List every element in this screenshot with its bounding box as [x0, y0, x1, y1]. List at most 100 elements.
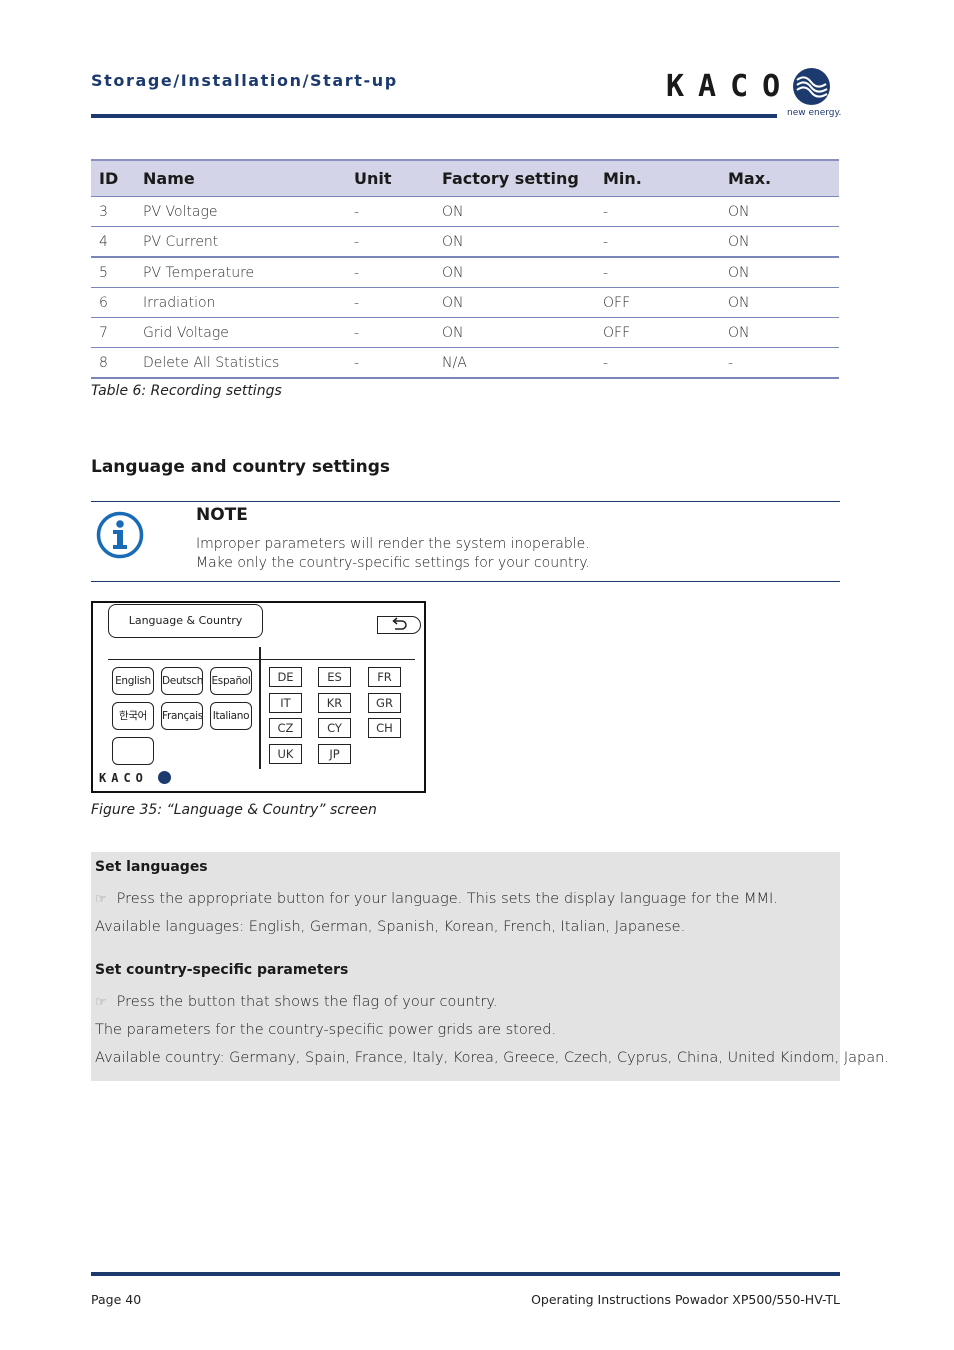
- table-cell: 5: [91, 256, 143, 288]
- table-row: 4 PV Current - ON - ON: [91, 226, 839, 257]
- table-cell: -: [354, 287, 442, 318]
- language-button-korean[interactable]: 한국어: [112, 702, 154, 730]
- country-button-jp[interactable]: JP: [318, 744, 351, 764]
- table-cell: ON: [442, 226, 603, 257]
- back-button[interactable]: [377, 616, 421, 634]
- column-header: ID: [91, 159, 143, 197]
- language-button-espanol[interactable]: Español: [210, 667, 252, 695]
- table-cell: -: [603, 347, 728, 379]
- screen-title: Language & Country: [108, 604, 263, 638]
- table-cell: ON: [728, 256, 839, 288]
- set-country-heading: Set country-specific parameters: [95, 962, 349, 978]
- return-arrow-icon: [392, 617, 407, 630]
- country-button-de[interactable]: DE: [269, 667, 302, 687]
- note-text: Improper parameters will render the syst…: [196, 535, 590, 573]
- table-cell: 4: [91, 226, 143, 257]
- column-header: Max.: [728, 159, 839, 197]
- table-caption: Table 6: Recording settings: [91, 383, 282, 399]
- table-row: 6 Irradiation - ON OFF ON: [91, 287, 839, 318]
- kaco-wave-circle-icon: [793, 68, 830, 105]
- instructions-box: Set languages ☞ Press the appropriate but…: [91, 852, 889, 1081]
- table-cell: -: [603, 256, 728, 288]
- note-title: NOTE: [196, 505, 248, 525]
- table-cell: -: [354, 347, 442, 379]
- note-rule-bottom: [91, 581, 840, 582]
- table-cell: PV Current: [143, 226, 354, 257]
- language-button-francais[interactable]: Français: [161, 702, 203, 730]
- kaco-logo-wordmark: KACO: [666, 69, 795, 104]
- table-cell: -: [354, 226, 442, 257]
- country-parameters-stored: The parameters for the country-specific …: [95, 1022, 557, 1038]
- instruction-step: ☞ Press the button that shows the flag of…: [95, 994, 498, 1010]
- screen-kaco-logo: KACO: [99, 771, 148, 785]
- page-number: Page 40: [91, 1292, 142, 1307]
- table-cell: 6: [91, 287, 143, 318]
- table-cell: 8: [91, 347, 143, 379]
- column-header: Name: [143, 159, 354, 197]
- pointing-hand-icon: ☞: [95, 892, 107, 907]
- table-cell: 3: [91, 196, 143, 227]
- table-cell: ON: [442, 256, 603, 288]
- country-button-gr[interactable]: GR: [368, 693, 401, 713]
- table-cell: Grid Voltage: [143, 317, 354, 348]
- table-cell: OFF: [603, 287, 728, 318]
- language-button-english[interactable]: English: [112, 667, 154, 695]
- step-text: Press the appropriate button for your la…: [116, 891, 778, 907]
- screen-divider-horizontal: [108, 659, 415, 660]
- pointing-hand-icon: ☞: [95, 995, 107, 1010]
- table-row: 3 PV Voltage - ON - ON: [91, 196, 839, 227]
- table-cell: Irradiation: [143, 287, 354, 318]
- table-header-row: ID Name Unit Factory setting Min. Max.: [91, 159, 839, 197]
- column-header: Factory setting: [442, 159, 603, 197]
- note-line: Make only the country-specific settings …: [196, 555, 590, 571]
- table-cell: -: [354, 256, 442, 288]
- language-button-deutsch[interactable]: Deutsch: [161, 667, 203, 695]
- available-languages: Available languages: English, German, Sp…: [95, 919, 686, 935]
- table-cell: ON: [728, 226, 839, 257]
- section-heading: Language and country settings: [91, 457, 391, 477]
- table-cell: 7: [91, 317, 143, 348]
- table-cell: ON: [728, 196, 839, 227]
- country-button-fr[interactable]: FR: [368, 667, 401, 687]
- table-cell: ON: [728, 287, 839, 318]
- language-button-blank[interactable]: [112, 737, 154, 765]
- figure-caption: Figure 35: “Language & Country” screen: [91, 802, 377, 818]
- screen-divider-vertical: [259, 647, 261, 769]
- country-button-kr[interactable]: KR: [318, 693, 351, 713]
- column-header: Unit: [354, 159, 442, 197]
- table-row: 8 Delete All Statistics - N/A - -: [91, 347, 839, 379]
- table-cell: ON: [442, 287, 603, 318]
- available-countries: Available country: Germany, Spain, Franc…: [95, 1050, 889, 1066]
- country-button-uk[interactable]: UK: [269, 744, 302, 764]
- recording-settings-table: ID Name Unit Factory setting Min. Max. 3…: [91, 159, 839, 379]
- step-text: Press the button that shows the flag of …: [116, 994, 498, 1010]
- note-rule-top: [91, 501, 840, 502]
- language-country-screen: Language & Country English Deutsch Españ…: [91, 601, 426, 793]
- table-cell: PV Temperature: [143, 256, 354, 288]
- column-header: Min.: [603, 159, 728, 197]
- language-button-italiano[interactable]: Italiano: [210, 702, 252, 730]
- country-button-cy[interactable]: CY: [318, 718, 351, 738]
- table-cell: -: [354, 196, 442, 227]
- table-cell: N/A: [442, 347, 603, 379]
- section-title: Storage/Installation/Start-up: [91, 71, 398, 90]
- table-cell: -: [354, 317, 442, 348]
- country-button-ch[interactable]: CH: [368, 718, 401, 738]
- header-rule: [91, 114, 777, 118]
- country-button-it[interactable]: IT: [269, 693, 302, 713]
- note-line: Improper parameters will render the syst…: [196, 536, 590, 552]
- table-row: 5 PV Temperature - ON - ON: [91, 256, 839, 288]
- table-cell: -: [603, 196, 728, 227]
- table-cell: Delete All Statistics: [143, 347, 354, 379]
- country-button-es[interactable]: ES: [318, 667, 351, 687]
- country-button-cz[interactable]: CZ: [269, 718, 302, 738]
- table-cell: ON: [442, 196, 603, 227]
- kaco-tagline: new energy.: [787, 108, 842, 118]
- instruction-step: ☞ Press the appropriate button for your l…: [95, 891, 778, 907]
- kaco-wave-circle-icon: [158, 771, 171, 784]
- table-cell: OFF: [603, 317, 728, 348]
- table-cell: PV Voltage: [143, 196, 354, 227]
- set-languages-heading: Set languages: [95, 859, 208, 875]
- table-cell: ON: [442, 317, 603, 348]
- table-cell: -: [728, 347, 839, 379]
